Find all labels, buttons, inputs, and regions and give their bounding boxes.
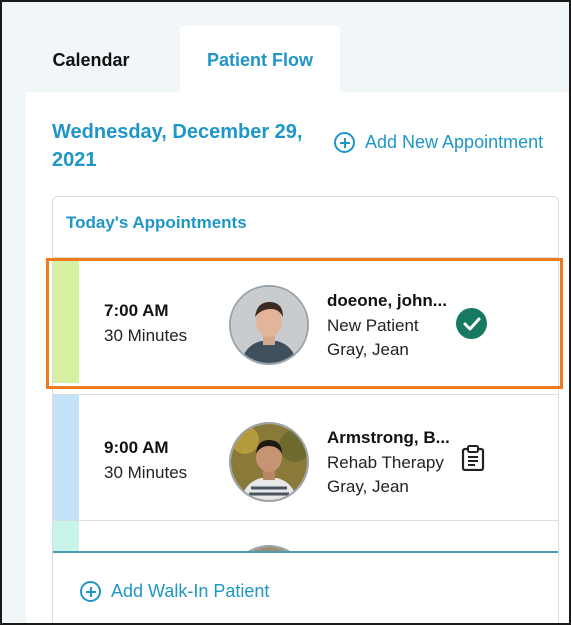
tab-patient-flow[interactable]: Patient Flow xyxy=(180,26,340,94)
patient-avatar[interactable] xyxy=(229,285,309,365)
provider-name: Gray, Jean xyxy=(327,340,409,359)
clipboard-icon[interactable] xyxy=(461,445,485,472)
plus-circle-icon xyxy=(80,581,101,602)
appointment-time: 7:00 AM xyxy=(104,301,169,320)
appointment-row[interactable]: 9:00 AM 30 Minutes Armstrong, B... Rehab… xyxy=(53,394,558,520)
add-walk-in-patient-button[interactable]: Add Walk-In Patient xyxy=(80,581,269,602)
check-circle-icon[interactable] xyxy=(456,308,487,339)
appointment-row[interactable]: 7:00 AM 30 Minutes doeone, john... New P… xyxy=(53,257,558,383)
appointments-card-title: Today's Appointments xyxy=(66,213,247,232)
appointment-duration: 30 Minutes xyxy=(104,326,188,345)
patient-avatar[interactable] xyxy=(229,422,309,502)
patient-flow-panel: Wednesday, December 29, 2021 Add New App… xyxy=(26,92,569,623)
patient-name[interactable]: doeone, john... xyxy=(327,291,461,311)
add-walk-in-patient-label: Add Walk-In Patient xyxy=(111,581,270,601)
app-window: Calendar Patient Flow Wednesday, Decembe… xyxy=(0,0,571,625)
patient-name[interactable]: Armstrong, B... xyxy=(327,428,461,448)
walk-in-footer: Add Walk-In Patient xyxy=(53,553,558,623)
appointment-time: 9:00 AM xyxy=(104,438,169,457)
status-stripe xyxy=(53,258,79,383)
visit-type: Rehab Therapy xyxy=(327,453,444,472)
page-title: Wednesday, December 29, 2021 xyxy=(52,121,303,171)
appointments-card: Today's Appointments 7:00 AM 30 Minutes … xyxy=(52,196,559,623)
provider-name: Gray, Jean xyxy=(327,477,409,496)
tab-calendar[interactable]: Calendar xyxy=(26,26,156,94)
appointment-duration: 30 Minutes xyxy=(104,463,188,482)
visit-type: New Patient xyxy=(327,316,419,335)
add-new-appointment-button[interactable]: Add New Appointment xyxy=(334,132,543,153)
add-new-appointment-label: Add New Appointment xyxy=(365,132,544,152)
plus-circle-icon xyxy=(334,132,355,153)
status-stripe xyxy=(53,395,79,520)
